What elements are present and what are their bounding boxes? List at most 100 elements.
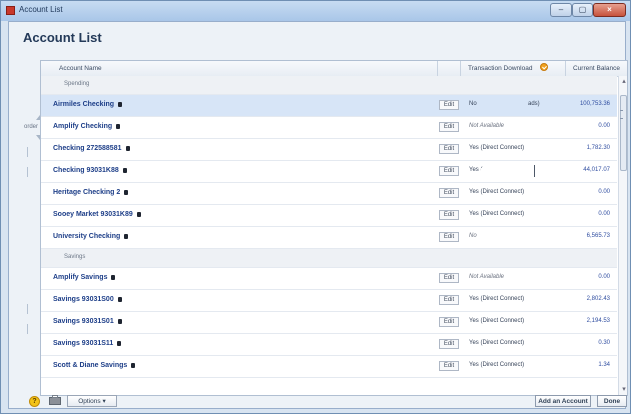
table-row[interactable]: Heritage Checking 2 Edit Yes (Direct Conne…: [41, 183, 617, 205]
document-icon[interactable]: [131, 363, 136, 368]
download-info-icon[interactable]: [540, 63, 548, 71]
column-divider: [460, 61, 461, 76]
table-row[interactable]: Sooey Market 93031K89 Edit Yes (Direct Con…: [41, 205, 617, 227]
current-balance: 100,753.36: [579, 101, 610, 107]
edit-button[interactable]: Edit: [439, 317, 459, 327]
help-icon[interactable]: ?: [29, 396, 40, 407]
done-button[interactable]: Done: [597, 395, 627, 407]
footer-toolbar: ? Options ▾ Add an Account Done: [9, 395, 627, 409]
edit-button[interactable]: Edit: [439, 188, 459, 198]
current-balance: 0.00: [598, 274, 610, 280]
edit-button[interactable]: Edit: [439, 273, 459, 283]
app-icon: [6, 6, 15, 15]
document-icon[interactable]: [136, 212, 141, 217]
account-name[interactable]: Savings 93031S00: [53, 296, 114, 303]
edit-button[interactable]: Edit: [439, 339, 459, 349]
maximize-icon: ▢: [578, 5, 587, 14]
account-name[interactable]: Savings 93031S01: [53, 318, 114, 325]
transaction-download-status: Not Available: [469, 123, 505, 129]
edit-button[interactable]: Edit: [439, 166, 459, 176]
maximize-button[interactable]: ▢: [572, 3, 593, 17]
account-name[interactable]: Checking 272588581: [53, 145, 122, 152]
document-icon[interactable]: [116, 124, 121, 129]
edit-button[interactable]: Edit: [439, 100, 459, 110]
account-name[interactable]: Checking 93031K88: [53, 167, 119, 174]
edit-button[interactable]: Edit: [439, 210, 459, 220]
account-name-link[interactable]: Amplify Checking: [53, 123, 121, 130]
account-name-link[interactable]: Savings 93031S00: [53, 296, 122, 303]
close-button[interactable]: ×: [593, 3, 626, 17]
table-row[interactable]: Checking 93031K88 Edit Yes (44,017.07: [41, 161, 617, 183]
transaction-download-status: Yes (Direct Connect): [469, 211, 525, 217]
title-bar: Account List – ▢ ×: [1, 1, 630, 21]
account-name-link[interactable]: Heritage Checking 2: [53, 189, 129, 196]
account-name-link[interactable]: Airmiles Checking: [53, 101, 123, 108]
account-name[interactable]: Amplify Savings: [53, 274, 107, 281]
header-account-name[interactable]: Account Name: [59, 65, 102, 72]
document-icon[interactable]: [117, 341, 122, 346]
table-row[interactable]: University Checking Edit No 6,565.73: [41, 227, 617, 249]
column-divider: [437, 61, 438, 76]
account-name[interactable]: Scott & Diane Savings: [53, 362, 127, 369]
transaction-download-status: Yes (Direct Connect): [469, 362, 525, 368]
table-row[interactable]: Airmiles Checking Edit No ads) 100,753.36: [41, 95, 617, 117]
transaction-download-status: No: [469, 101, 477, 107]
scroll-down-icon[interactable]: ▾: [620, 386, 627, 394]
print-icon[interactable]: [49, 395, 61, 405]
transaction-download-status: Yes (Direct Connect): [469, 296, 525, 302]
table-body: Spending Airmiles Checking Edit No ads) 100,7…: [41, 76, 617, 395]
account-name-link[interactable]: Checking 93031K88: [53, 167, 127, 174]
account-name-link[interactable]: Scott & Diane Savings: [53, 362, 136, 369]
account-name-link[interactable]: Amplify Savings: [53, 274, 116, 281]
window-title: Account List: [19, 5, 63, 14]
edit-button[interactable]: Edit: [439, 295, 459, 305]
document-icon[interactable]: [117, 319, 122, 324]
scroll-thumb[interactable]: [620, 95, 627, 171]
table-row[interactable]: Savings 93031S11 Edit Yes (Direct Connect)…: [41, 334, 617, 356]
account-name-link[interactable]: Savings 93031S11: [53, 340, 122, 347]
account-name-link[interactable]: Savings 93031S01: [53, 318, 122, 325]
account-name[interactable]: Amplify Checking: [53, 123, 112, 130]
document-icon[interactable]: [118, 102, 123, 107]
document-icon[interactable]: [124, 234, 129, 239]
table-row[interactable]: Amplify Savings Edit Not Available 0.00: [41, 268, 617, 290]
document-icon[interactable]: [122, 168, 127, 173]
minimize-button[interactable]: –: [550, 3, 572, 17]
vertical-scrollbar[interactable]: ▴ ▾: [618, 76, 627, 395]
edit-button[interactable]: Edit: [439, 122, 459, 132]
table-row[interactable]: Amplify Checking Edit Not Available 0.00: [41, 117, 617, 139]
account-name[interactable]: Sooey Market 93031K89: [53, 211, 133, 218]
side-handle: [9, 304, 28, 314]
edit-button[interactable]: Edit: [439, 232, 459, 242]
document-icon[interactable]: [124, 190, 129, 195]
table-row[interactable]: Checking 272588581 Edit Yes (Direct Connec…: [41, 139, 617, 161]
account-name-link[interactable]: Checking 272588581: [53, 145, 130, 152]
current-balance: 1,782.30: [586, 145, 610, 151]
side-handle: [9, 324, 28, 334]
current-balance: 44,017.07: [583, 167, 610, 173]
document-icon[interactable]: [125, 146, 130, 151]
document-icon[interactable]: [111, 275, 116, 280]
scroll-up-icon[interactable]: ▴: [620, 78, 627, 86]
table-row[interactable]: Scott & Diane Savings Edit Yes (Direct Con…: [41, 356, 617, 378]
document-icon[interactable]: [117, 297, 122, 302]
group-label: Spending: [64, 81, 90, 87]
table-row[interactable]: Savings 93031S01 Edit Yes (Direct Connect)…: [41, 312, 617, 334]
header-current-balance[interactable]: Current Balance: [573, 65, 620, 72]
account-name[interactable]: Savings 93031S11: [53, 340, 113, 347]
table-row[interactable]: Savings 93031S00 Edit Yes (Direct Connect)…: [41, 290, 617, 312]
add-account-button[interactable]: Add an Account: [535, 395, 591, 407]
current-balance: 2,194.53: [586, 318, 610, 324]
edit-button[interactable]: Edit: [439, 144, 459, 154]
edit-button[interactable]: Edit: [439, 361, 459, 371]
account-name-link[interactable]: University Checking: [53, 233, 129, 240]
account-name[interactable]: University Checking: [53, 233, 120, 240]
account-name-link[interactable]: Sooey Market 93031K89: [53, 211, 141, 218]
account-table: Account Name Transaction Download Curren…: [40, 60, 628, 396]
redaction-mask: [481, 102, 525, 107]
options-button[interactable]: Options ▾: [67, 395, 117, 407]
transaction-download-status: Yes (Direct Connect): [469, 318, 525, 324]
account-name[interactable]: Heritage Checking 2: [53, 189, 120, 196]
header-transaction-download[interactable]: Transaction Download: [468, 65, 532, 72]
account-name[interactable]: Airmiles Checking: [53, 101, 114, 108]
